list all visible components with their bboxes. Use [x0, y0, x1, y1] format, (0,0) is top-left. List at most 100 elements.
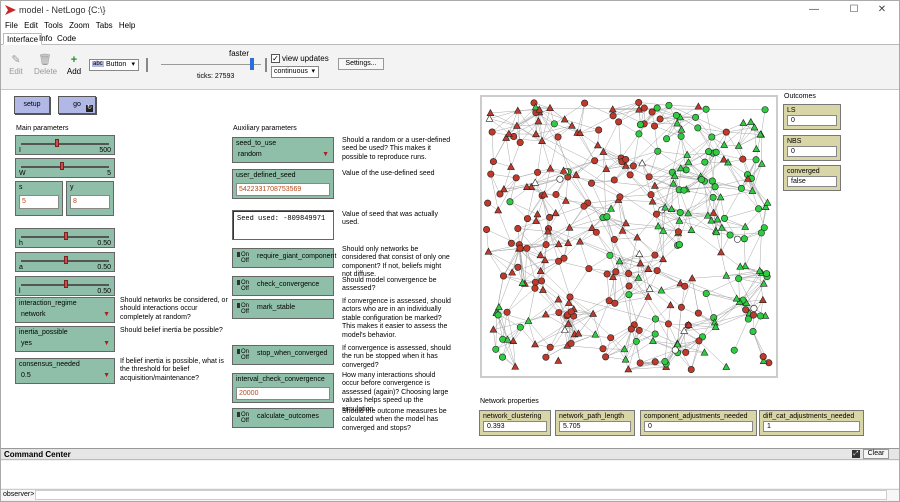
agent-circle [712, 148, 720, 156]
agent-circle [626, 171, 634, 179]
network-link [534, 277, 639, 345]
ticks-counter: ticks: 27593 [197, 73, 235, 80]
require-giant-component-switch[interactable]: On Off require_giant_component [232, 248, 336, 268]
agent-circle [554, 133, 562, 141]
seed-to-use-chooser[interactable]: seed_to_use random ▼ [232, 137, 334, 163]
menu-zoom[interactable]: Zoom [69, 19, 89, 32]
network-link [618, 121, 640, 135]
network-link [677, 343, 692, 370]
agent-triangle [554, 356, 563, 364]
network-link [528, 299, 559, 322]
maximize-button[interactable]: ☐ [839, 3, 869, 17]
network-link [488, 251, 504, 277]
update-mode-select[interactable]: continuous ▾ [271, 66, 319, 78]
slider-W[interactable]: W5 [15, 158, 115, 178]
go-button[interactable]: go ↻ [58, 96, 96, 114]
agent-circle [733, 235, 741, 243]
agent-triangle [645, 284, 654, 292]
agent-triangle [495, 303, 503, 311]
inertia-possible-chooser[interactable]: inertia_possible yes ▼ [15, 326, 115, 352]
delete-button[interactable]: 🗑 Delete [34, 53, 57, 76]
slider-l[interactable]: l 0.50 [15, 276, 115, 296]
agent-circle [611, 299, 619, 307]
command-center-header: Command Center ⤢ Clear [1, 449, 899, 460]
speed-slider-handle[interactable] [250, 58, 254, 70]
network-link [558, 227, 593, 245]
note-inertia: Should belief inertia be possible? [120, 327, 223, 334]
speed-slider[interactable] [161, 64, 261, 65]
agent-triangle [758, 295, 767, 304]
network-link [602, 328, 632, 349]
edit-button[interactable]: ✎ Edit [7, 53, 25, 76]
calculate-outcomes-switch[interactable]: On Off calculate_outcomes [232, 408, 334, 428]
agent-circle [664, 320, 672, 328]
monitor-label: LS [787, 107, 796, 114]
menu-help[interactable]: Help [119, 19, 135, 32]
view-updates-checkbox[interactable]: ✓ [271, 54, 280, 63]
mark-stable-switch[interactable]: On Off mark_stable [232, 299, 334, 319]
world-view[interactable] [480, 95, 778, 378]
stop-when-converged-switch[interactable]: On Off stop_when_converged [232, 345, 334, 365]
switch-off-label: Off [241, 309, 249, 315]
clear-button[interactable]: Clear [863, 449, 889, 459]
menu-file[interactable]: File [5, 19, 18, 32]
chooser-value: yes [19, 339, 111, 350]
output-text: Seed used: -809849971 [237, 215, 326, 223]
network-link [664, 172, 673, 208]
agent-circle [606, 251, 614, 259]
agent-triangle [533, 210, 542, 218]
slider-label: I [19, 147, 21, 154]
menu-tabs[interactable]: Tabs [96, 19, 113, 32]
consensus-needed-chooser[interactable]: consensus_needed 0.5 ▼ [15, 358, 115, 384]
agent-triangle [717, 248, 725, 256]
minimize-button[interactable]: — [799, 3, 829, 17]
settings-button[interactable]: Settings... [338, 58, 384, 70]
note-user-seed: Value of the use-defined seed [342, 170, 435, 177]
check-convergence-switch[interactable]: On Off check_convergence [232, 276, 334, 296]
tab-info[interactable]: Info [36, 33, 55, 45]
agent-circle [651, 330, 659, 338]
slider-I[interactable]: I 500 [15, 135, 115, 155]
agent-circle [514, 263, 522, 271]
close-button[interactable]: ✕ [867, 3, 897, 17]
agent-circle [653, 267, 661, 275]
agent-circle [757, 312, 765, 320]
slider-knob[interactable] [64, 280, 68, 288]
agent-circle [681, 282, 689, 290]
command-input[interactable] [35, 490, 887, 500]
switch-nub [237, 280, 240, 285]
slider-knob[interactable] [64, 256, 68, 264]
agent-circle [499, 272, 507, 280]
interval-field[interactable]: 20000 [236, 387, 330, 400]
slider-knob[interactable] [55, 139, 60, 147]
tab-code[interactable]: Code [54, 33, 79, 45]
input-label: interval_check_convergence [236, 376, 325, 383]
resize-icon[interactable]: ⤢ [852, 450, 860, 458]
note-seed-used: Value of seed that was actually used. [342, 211, 438, 227]
note-consensus: If belief inertia is possible, what is t… [120, 358, 224, 382]
network-link [579, 132, 595, 161]
netlogo-window: model - NetLogo {C:\} — ☐ ✕ File Edit To… [0, 0, 900, 502]
main-parameters-heading: Main parameters [16, 125, 69, 132]
y-field[interactable]: 8 [70, 195, 110, 209]
network-link [724, 188, 742, 219]
menu-edit[interactable]: Edit [24, 19, 38, 32]
widget-type-select[interactable]: abc Button ▾ [89, 59, 139, 71]
agent-circle [555, 257, 563, 265]
setup-button[interactable]: setup [14, 96, 50, 114]
interaction-regime-chooser[interactable]: interaction_regime network ▼ [15, 297, 115, 323]
slider-a[interactable]: a 0.50 [15, 252, 115, 272]
add-button[interactable]: + Add [65, 53, 83, 76]
menu-tools[interactable]: Tools [44, 19, 63, 32]
agent-triangle [722, 362, 731, 370]
seed-field[interactable]: 5422331708753569 [236, 183, 330, 196]
network-link [655, 333, 678, 344]
slider-h[interactable]: h 0.50 [15, 228, 115, 248]
title-bar: model - NetLogo {C:\} — ☐ ✕ [1, 1, 899, 19]
slider-knob[interactable] [59, 162, 64, 170]
network-link [587, 199, 619, 204]
agent-circle [682, 348, 690, 356]
s-field[interactable]: 5 [19, 195, 59, 209]
network-link [557, 136, 569, 172]
slider-knob[interactable] [64, 232, 68, 240]
